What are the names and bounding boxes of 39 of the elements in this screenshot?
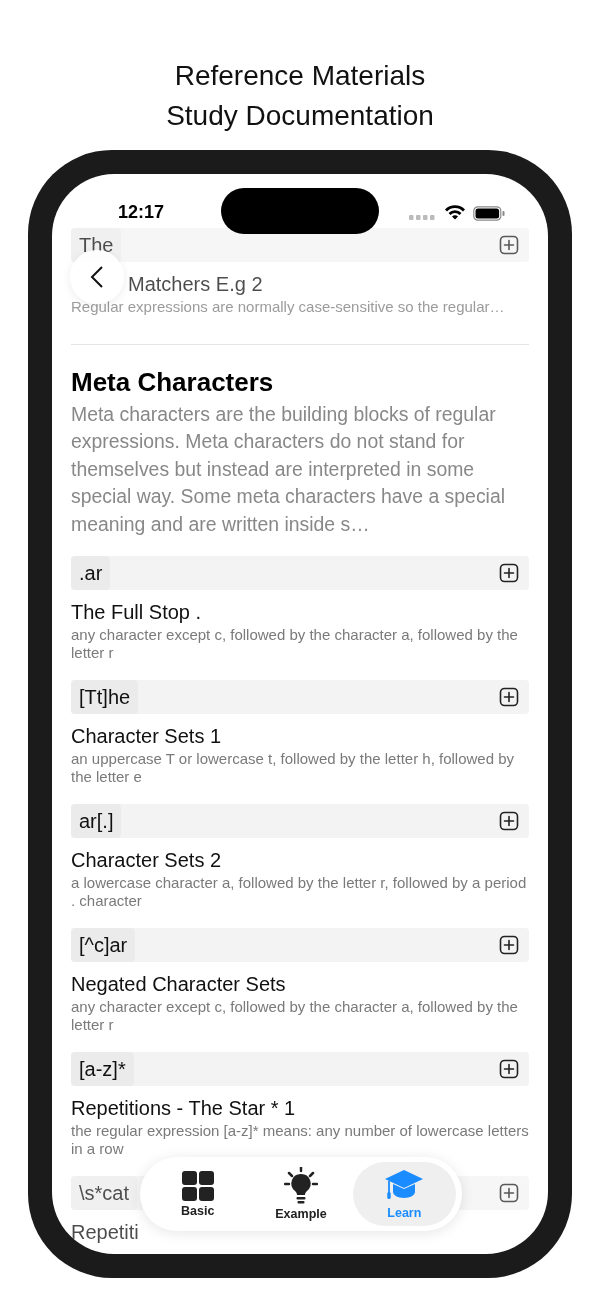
item-title: Negated Character Sets — [71, 972, 287, 997]
status-time: 12:17 — [118, 202, 165, 223]
section-description: Meta characters are the building blocks of regular expressions. Meta characters do not stand for themselves but instead are interpreted in some special way. Some meta characters have a special meaning and are written inside s… — [71, 402, 506, 537]
header-line: Study Documentation — [166, 99, 434, 133]
item-title: Character Sets 1 — [71, 724, 223, 749]
header-line: Reference Materials — [174, 59, 426, 93]
code-snippet: ar[.] — [71, 804, 122, 839]
lightbulb-icon — [284, 1167, 318, 1205]
add-icon[interactable] — [499, 235, 519, 255]
item-title: The Full Stop . — [71, 600, 203, 625]
wifi-icon — [444, 204, 466, 220]
code-snippet: [a-z]* — [71, 1052, 134, 1087]
item-title: Character Sets 2 — [71, 848, 223, 873]
code-snippet: [^c]ar — [71, 928, 136, 963]
add-icon[interactable] — [499, 1059, 519, 1080]
add-icon[interactable] — [499, 687, 519, 708]
add-icon[interactable] — [499, 935, 519, 956]
code-snippet: \s*cat — [71, 1176, 138, 1211]
item-title: Repetitions - The Star * 1 — [71, 1096, 297, 1121]
code-snippet: [Tt]he — [71, 680, 139, 715]
item-description: Regular expressions are normally case-sensitive so the regular… — [71, 298, 506, 316]
cellular-icon — [409, 215, 435, 220]
grid-icon — [180, 1170, 215, 1202]
tab[interactable]: Basic — [146, 1162, 250, 1226]
battery-icon — [473, 206, 505, 221]
tab[interactable]: Example — [249, 1162, 353, 1226]
section-title: Meta Characters — [71, 367, 275, 397]
item-description: any character except c, followed by the character a, followed by the letter r — [71, 626, 519, 663]
item-title: Matchers E.g 2 — [128, 272, 264, 296]
back-icon — [90, 265, 104, 289]
code-snippet: .ar — [71, 556, 111, 591]
add-icon[interactable] — [499, 811, 519, 832]
item-description: the regular expression [a-z]* means: any number of lowercase letters in a row — [71, 1122, 529, 1159]
item-description: a lowercase character a, followed by the letter r, followed by a period . character — [71, 874, 528, 911]
item-description: any character except c, followed by the character a, followed by the letter r — [71, 998, 519, 1035]
add-icon[interactable] — [499, 1183, 519, 1204]
item-title: Repetiti — [71, 1220, 140, 1245]
item-description: an uppercase T or lowercase t, followed by the letter h, followed by the letter e — [71, 750, 516, 787]
add-icon[interactable] — [499, 563, 519, 584]
